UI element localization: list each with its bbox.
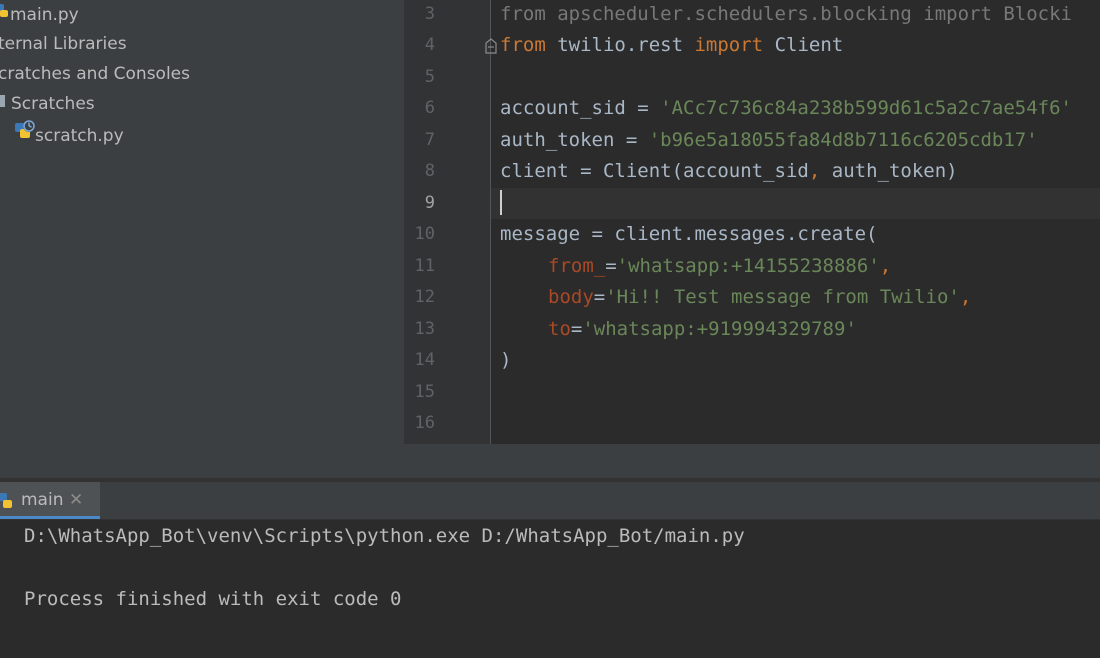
tree-item-external-libraries[interactable]: ternal Libraries bbox=[0, 29, 127, 59]
run-tab-label: main bbox=[21, 490, 64, 510]
param-name: to bbox=[548, 318, 571, 340]
run-tab-main[interactable]: main ✕ bbox=[0, 482, 100, 519]
tree-item-label: Scratches bbox=[11, 94, 95, 114]
line-number: 3 bbox=[424, 4, 435, 24]
tree-item-scratches-and-consoles[interactable]: cratches and Consoles bbox=[0, 59, 190, 89]
code-line-3[interactable]: from apscheduler.schedulers.blocking imp… bbox=[500, 0, 1072, 30]
run-console[interactable]: D:\WhatsApp_Bot\venv\Scripts\python.exe … bbox=[0, 520, 1100, 658]
param-name: body bbox=[548, 286, 594, 308]
code-line-4[interactable]: from twilio.rest import Client bbox=[500, 30, 843, 61]
code-text: client = Client(account_sid bbox=[500, 160, 809, 182]
active-tab-indicator bbox=[0, 516, 100, 519]
code-line-13[interactable]: to='whatsapp:+919994329789' bbox=[548, 314, 857, 345]
identifier: Client bbox=[763, 34, 844, 56]
string-literal: 'ACc7c736c84a238b599d61c5a2c7ae54f6' bbox=[660, 97, 1072, 119]
tree-item-main-py[interactable]: main.py bbox=[0, 0, 79, 30]
keyword: from bbox=[500, 34, 546, 56]
line-number-gutter: 3 4 5 6 7 8 9 10 11 12 13 14 15 16 bbox=[404, 0, 490, 444]
tree-item-label: scratch.py bbox=[35, 126, 124, 146]
folder-icon bbox=[0, 89, 8, 119]
equals: = bbox=[593, 286, 606, 308]
line-number: 13 bbox=[414, 319, 435, 339]
line-number: 16 bbox=[414, 413, 435, 433]
assignment: account_sid = bbox=[500, 97, 661, 119]
text-caret bbox=[500, 190, 502, 215]
line-number: 7 bbox=[424, 130, 435, 150]
python-scratch-file-icon bbox=[13, 119, 35, 153]
console-line: D:\WhatsApp_Bot\venv\Scripts\python.exe … bbox=[24, 525, 745, 547]
editor-bottom-bar bbox=[404, 444, 1100, 478]
line-number: 14 bbox=[414, 350, 435, 370]
fold-marker-icon[interactable] bbox=[484, 38, 498, 58]
project-tool-window: main.py ternal Libraries cratches and Co… bbox=[0, 0, 404, 478]
gutter-separator bbox=[490, 0, 491, 444]
line-number: 8 bbox=[424, 161, 435, 181]
equals: = bbox=[570, 318, 583, 340]
console-line: Process finished with exit code 0 bbox=[24, 588, 402, 610]
python-run-icon bbox=[0, 491, 14, 515]
tree-item-scratch-py[interactable]: scratch.py bbox=[13, 119, 124, 149]
identifier: Blocki bbox=[991, 3, 1072, 25]
line-number: 10 bbox=[414, 224, 435, 244]
line-number: 12 bbox=[414, 287, 435, 307]
tree-item-label: main.py bbox=[10, 5, 79, 25]
code-line-7[interactable]: auth_token = 'b96e5a18055fa84d8b7116c620… bbox=[500, 125, 1038, 156]
keyword: from bbox=[500, 3, 546, 25]
code-text: message = client.messages.create( bbox=[500, 223, 878, 245]
tree-item-label: ternal Libraries bbox=[0, 34, 127, 54]
code-line-10[interactable]: message = client.messages.create( bbox=[500, 219, 878, 250]
code-line-8[interactable]: client = Client(account_sid, auth_token) bbox=[500, 156, 958, 187]
code-line-14[interactable]: ) bbox=[500, 345, 511, 376]
code-line-12[interactable]: body='Hi!! Test message from Twilio', bbox=[548, 282, 971, 313]
keyword: import bbox=[694, 34, 764, 56]
string-literal: 'whatsapp:+919994329789' bbox=[582, 318, 857, 340]
line-number: 15 bbox=[414, 382, 435, 402]
string-literal: 'Hi!! Test message from Twilio' bbox=[605, 286, 960, 308]
code-text: ) bbox=[500, 349, 512, 371]
assignment: auth_token = bbox=[500, 129, 649, 151]
module-name: apscheduler.schedulers.blocking bbox=[545, 3, 924, 25]
code-text: auth_token) bbox=[820, 160, 958, 182]
code-line-6[interactable]: account_sid = 'ACc7c736c84a238b599d61c5a… bbox=[500, 93, 1072, 124]
string-literal: 'b96e5a18055fa84d8b7116c6205cdb17' bbox=[648, 129, 1038, 151]
param-name: from_ bbox=[548, 255, 606, 277]
code-line-11[interactable]: from_='whatsapp:+14155238886', bbox=[548, 251, 891, 282]
comma: , bbox=[879, 255, 892, 277]
run-tool-window-header: main ✕ bbox=[0, 482, 1100, 520]
string-literal: 'whatsapp:+14155238886' bbox=[616, 255, 880, 277]
current-line-highlight bbox=[491, 188, 1100, 219]
python-file-icon bbox=[0, 0, 10, 30]
line-number: 4 bbox=[424, 35, 435, 55]
code-editor[interactable]: 3 4 5 6 7 8 9 10 11 12 13 14 15 16 from … bbox=[404, 0, 1100, 444]
line-number-current: 9 bbox=[424, 193, 435, 213]
comma: , bbox=[808, 160, 821, 182]
comma: , bbox=[959, 286, 972, 308]
module-name: twilio.rest bbox=[545, 34, 695, 56]
line-number: 6 bbox=[424, 98, 435, 118]
line-number: 5 bbox=[424, 67, 435, 87]
equals: = bbox=[605, 255, 617, 277]
close-icon[interactable]: ✕ bbox=[69, 482, 83, 519]
tree-item-scratches[interactable]: Scratches bbox=[0, 89, 95, 119]
line-number: 11 bbox=[414, 256, 435, 276]
keyword: import bbox=[923, 3, 992, 25]
tree-item-label: cratches and Consoles bbox=[0, 64, 190, 84]
